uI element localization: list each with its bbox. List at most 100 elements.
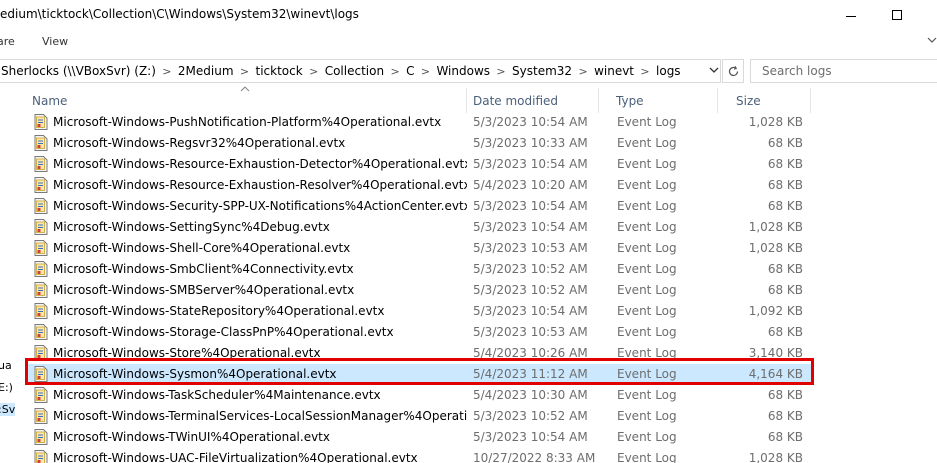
event-log-file-icon [34, 408, 48, 424]
breadcrumb-windows[interactable]: Windows [436, 64, 490, 78]
minimize-icon [846, 15, 856, 17]
file-date-modified: 5/3/2023 10:54 AM [473, 430, 588, 444]
file-name: Microsoft-Windows-TaskScheduler%4Mainten… [53, 388, 381, 402]
breadcrumb-c[interactable]: C [406, 64, 414, 78]
file-type: Event Log [617, 367, 677, 381]
file-type: Event Log [617, 220, 677, 234]
file-date-modified: 5/3/2023 10:52 AM [473, 409, 588, 423]
file-name: Microsoft-Windows-StateRepository%4Opera… [53, 304, 385, 318]
file-date-modified: 5/3/2023 10:54 AM [473, 304, 588, 318]
event-log-file-icon [34, 114, 48, 130]
file-row[interactable]: Microsoft-Windows-Storage-ClassPnP%4Oper… [25, 322, 812, 343]
event-log-file-icon [34, 240, 48, 256]
file-type: Event Log [617, 199, 677, 213]
file-name: Microsoft-Windows-UAC-FileVirtualization… [53, 451, 418, 463]
search-input[interactable] [751, 60, 937, 82]
file-row[interactable]: Microsoft-Windows-PushNotification-Platf… [25, 112, 812, 133]
file-type: Event Log [617, 430, 677, 444]
file-size: 4,164 KB [748, 367, 803, 381]
event-log-file-icon [34, 345, 48, 361]
file-row-selected[interactable]: Microsoft-Windows-Sysmon%4Operational.ev… [25, 364, 812, 385]
file-name: Microsoft-Windows-SmbClient%4Connectivit… [53, 262, 354, 276]
file-size: 68 KB [767, 409, 803, 423]
breadcrumb-2medium[interactable]: 2Medium [178, 64, 234, 78]
file-row[interactable]: Microsoft-Windows-Resource-Exhaustion-Re… [25, 175, 812, 196]
search-box[interactable] [750, 59, 937, 83]
file-size: 1,092 KB [748, 304, 803, 318]
event-log-file-icon [34, 135, 48, 151]
breadcrumb-separator-icon[interactable]: > [414, 65, 436, 78]
event-log-file-icon [34, 261, 48, 277]
file-row[interactable]: Microsoft-Windows-StateRepository%4Opera… [25, 301, 812, 322]
file-type: Event Log [617, 451, 677, 463]
breadcrumb-separator-icon[interactable]: > [303, 65, 325, 78]
file-size: 68 KB [767, 157, 803, 171]
window-title: edium\ticktock\Collection\C\Windows\Syst… [0, 7, 359, 21]
file-type: Event Log [617, 157, 677, 171]
file-type: Event Log [617, 325, 677, 339]
maximize-button[interactable] [874, 0, 920, 30]
column-header-date-modified[interactable]: Date modified [457, 88, 599, 113]
nav-item-fragment-selected[interactable]: :Sv [0, 403, 16, 416]
maximize-icon [892, 10, 902, 20]
breadcrumb-ticktock[interactable]: ticktock [256, 64, 303, 78]
file-row[interactable]: Microsoft-Windows-Resource-Exhaustion-De… [25, 154, 812, 175]
file-row[interactable]: Microsoft-Windows-SMBServer%4Operational… [25, 280, 812, 301]
breadcrumb-collection[interactable]: Collection [325, 64, 384, 78]
tab-view[interactable]: View [42, 35, 68, 48]
file-row[interactable]: Microsoft-Windows-Shell-Core%4Operationa… [25, 238, 812, 259]
refresh-button[interactable] [722, 59, 744, 83]
file-date-modified: 5/3/2023 10:53 AM [473, 325, 588, 339]
file-row[interactable]: Microsoft-Windows-Regsvr32%4Operational.… [25, 133, 812, 154]
column-header-size[interactable]: Size [719, 88, 811, 113]
file-name: Microsoft-Windows-Shell-Core%4Operationa… [53, 241, 351, 255]
file-name: Microsoft-Windows-Security-SPP-UX-Notifi… [53, 199, 467, 213]
file-date-modified: 5/4/2023 10:20 AM [473, 178, 588, 192]
breadcrumb-separator-icon[interactable]: > [384, 65, 406, 78]
address-history-chevron-down-icon[interactable] [707, 63, 721, 77]
file-size: 1,028 KB [748, 220, 803, 234]
expand-ribbon-chevron-icon[interactable] [925, 33, 937, 47]
breadcrumb-separator-icon[interactable]: > [490, 65, 512, 78]
file-name: Microsoft-Windows-Sysmon%4Operational.ev… [53, 367, 337, 381]
file-size: 68 KB [767, 283, 803, 297]
file-row[interactable]: Microsoft-Windows-SmbClient%4Connectivit… [25, 259, 812, 280]
breadcrumb-drive[interactable]: Sherlocks (\\VBoxSvr) (Z:) [1, 64, 156, 78]
address-bar[interactable]: Sherlocks (\\VBoxSvr) (Z:) > 2Medium > t… [0, 59, 721, 83]
breadcrumb-separator-icon[interactable]: > [572, 65, 594, 78]
event-log-file-icon [34, 156, 48, 172]
file-row[interactable]: Microsoft-Windows-TerminalServices-Local… [25, 406, 812, 427]
file-row[interactable]: Microsoft-Windows-SettingSync%4Debug.evt… [25, 217, 812, 238]
column-header-name[interactable]: Name [16, 88, 467, 113]
file-row[interactable]: Microsoft-Windows-UAC-FileVirtualization… [25, 448, 812, 463]
tab-share[interactable]: are [0, 35, 15, 48]
nav-item-fragment[interactable]: E:) [0, 381, 13, 394]
breadcrumb-logs[interactable]: logs [656, 64, 681, 78]
event-log-file-icon [34, 219, 48, 235]
file-size: 1,028 KB [748, 241, 803, 255]
file-type: Event Log [617, 136, 677, 150]
file-row[interactable]: Microsoft-Windows-TaskScheduler%4Mainten… [25, 385, 812, 406]
event-log-file-icon [34, 282, 48, 298]
event-log-file-icon [34, 366, 48, 382]
file-type: Event Log [617, 304, 677, 318]
file-date-modified: 5/3/2023 10:52 AM [473, 283, 588, 297]
file-date-modified: 5/4/2023 11:12 AM [473, 367, 588, 381]
navigation-pane[interactable]: ua E:) :Sv [0, 84, 16, 463]
breadcrumb-separator-icon[interactable]: > [156, 65, 178, 78]
breadcrumb-separator-icon[interactable]: > [234, 65, 256, 78]
file-row[interactable]: Microsoft-Windows-Security-SPP-UX-Notifi… [25, 196, 812, 217]
file-date-modified: 5/4/2023 10:30 AM [473, 388, 588, 402]
nav-item-fragment[interactable]: ua [0, 359, 12, 372]
file-size: 1,028 KB [748, 451, 803, 463]
breadcrumb-separator-icon[interactable]: > [634, 65, 656, 78]
file-date-modified: 5/3/2023 10:54 AM [473, 115, 588, 129]
column-header-type[interactable]: Type [600, 88, 718, 113]
file-name: Microsoft-Windows-SMBServer%4Operational… [53, 283, 355, 297]
breadcrumb-winevt[interactable]: winevt [594, 64, 634, 78]
file-row[interactable]: Microsoft-Windows-Store%4Operational.evt… [25, 343, 812, 364]
minimize-button[interactable] [828, 0, 874, 30]
breadcrumb-system32[interactable]: System32 [512, 64, 572, 78]
file-row[interactable]: Microsoft-Windows-TWinUI%4Operational.ev… [25, 427, 812, 448]
column-header-row: Name Date modified Type Size [16, 88, 937, 113]
